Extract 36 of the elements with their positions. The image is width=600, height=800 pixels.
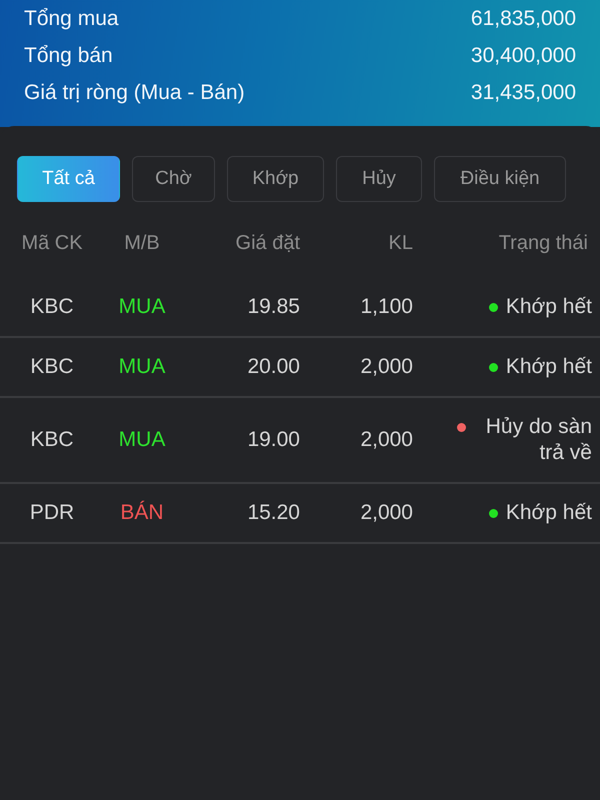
order-volume: 2,000 (360, 500, 413, 526)
stock-symbol: KBC (30, 354, 74, 380)
summary-label: Tổng bán (24, 42, 113, 69)
filter-tab[interactable]: Khớp (227, 156, 324, 202)
column-header: Giá đặt (236, 231, 300, 256)
order-status: Khớp hết (506, 500, 592, 526)
order-status: Khớp hết (506, 354, 592, 380)
filter-tab[interactable]: Điều kiện (434, 156, 566, 202)
summary-label: Giá trị ròng (Mua - Bán) (24, 80, 245, 106)
order-side: MUA (118, 427, 166, 453)
order-status: Khớp hết (506, 294, 592, 320)
column-header: Mã CK (21, 231, 83, 256)
stock-symbol: KBC (30, 294, 74, 320)
filter-tab[interactable]: Chờ (132, 156, 215, 202)
column-header: Trạng thái (498, 231, 589, 256)
order-price: 20.00 (247, 354, 300, 380)
filter-tab[interactable]: Tất cả (17, 156, 120, 202)
order-side: MUA (118, 354, 166, 380)
column-header: KL (388, 231, 413, 256)
order-price: 19.00 (247, 427, 300, 453)
order-status: Hủy do sàn trả về (484, 414, 592, 466)
stock-symbol: KBC (30, 427, 74, 453)
order-volume: 2,000 (360, 354, 413, 380)
summary-label: Tổng mua (24, 6, 119, 32)
order-side: BÁN (120, 500, 164, 526)
summary-value: 61,835,000 (470, 6, 576, 32)
summary-value: 31,435,000 (470, 80, 576, 106)
order-price: 15.20 (247, 500, 300, 526)
filter-tab[interactable]: Hủy (336, 156, 422, 202)
order-volume: 1,100 (360, 294, 413, 320)
order-price: 19.85 (247, 294, 300, 320)
column-header: M/B (124, 231, 160, 256)
order-volume: 2,000 (360, 427, 413, 453)
summary-value: 30,400,000 (470, 42, 576, 69)
stock-symbol: PDR (30, 500, 74, 526)
order-side: MUA (118, 294, 166, 320)
